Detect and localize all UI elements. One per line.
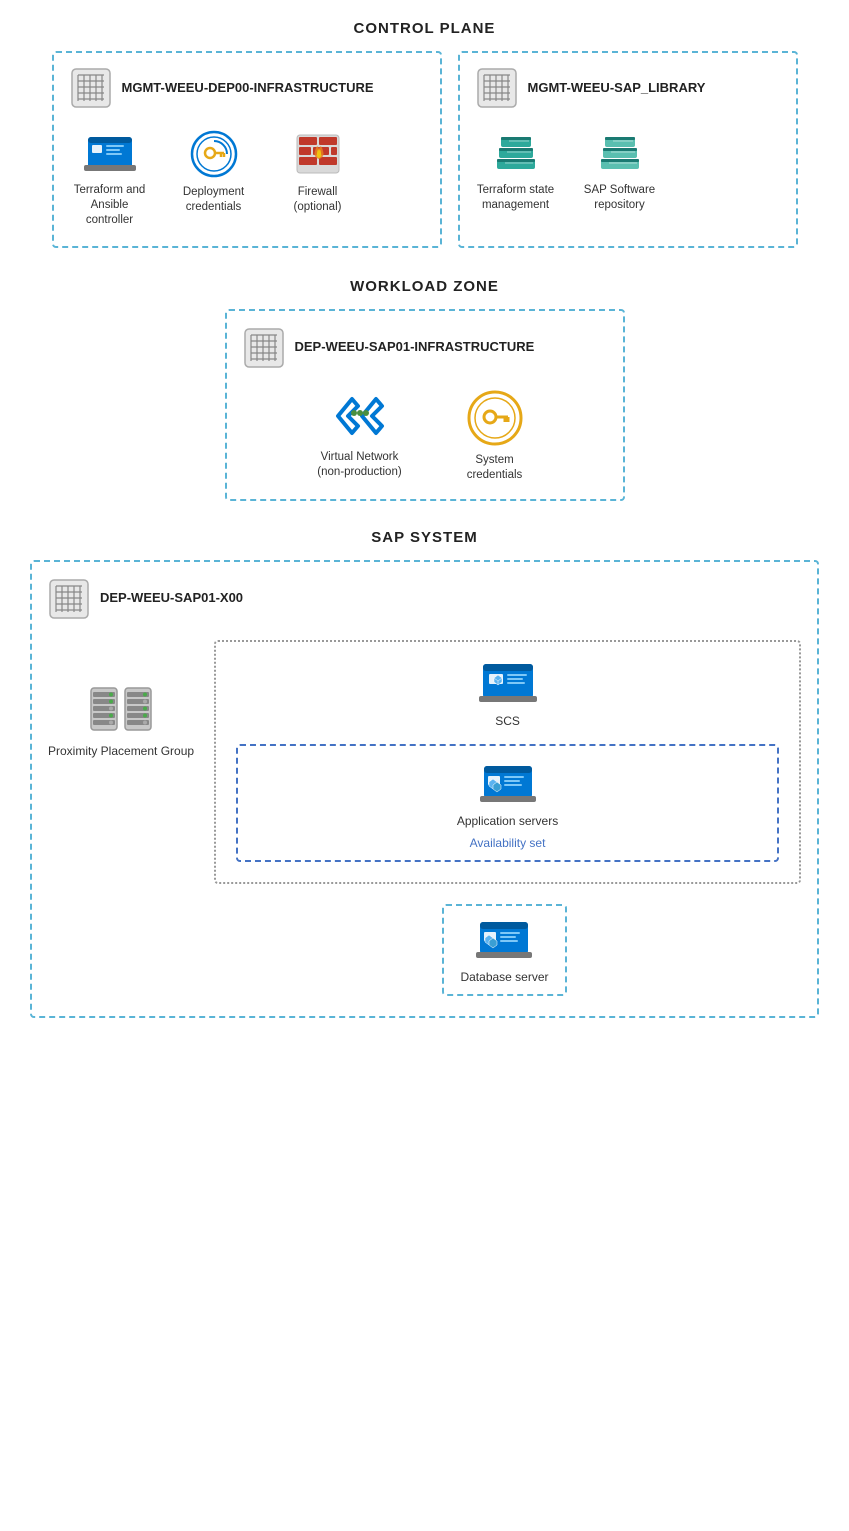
right-box-icons: Terraform state management (476, 129, 780, 213)
tfstate-label: Terraform state management (476, 183, 556, 213)
vnet-icon (330, 389, 390, 444)
system-credentials-label: System credentials (450, 453, 540, 483)
scs-item: SCS (236, 658, 779, 728)
control-plane-title: CONTROL PLANE (30, 20, 819, 37)
system-credentials-icon (466, 389, 524, 447)
workload-box-header: DEP-WEEU-SAP01-INFRASTRUCTURE (243, 327, 607, 369)
tfstate-icon (491, 129, 541, 177)
sapsoftware-icon (595, 129, 645, 177)
vnet-label: Virtual Network (non-production) (310, 450, 410, 480)
right-box-title: MGMT-WEEU-SAP_LIBRARY (528, 80, 706, 97)
firewall-icon-item: Firewall (optional) (278, 129, 358, 215)
right-sap-library-box: MGMT-WEEU-SAP_LIBRARY (458, 51, 798, 248)
sap-system-infra-icon (48, 578, 90, 620)
scs-icon (479, 658, 537, 708)
left-box-icons: Terraform and Ansible controller Depl (70, 129, 424, 228)
control-plane-section: CONTROL PLANE (30, 20, 819, 248)
workload-icons-row: Virtual Network (non-production) System … (243, 389, 607, 483)
ppg-label: Proximity Placement Group (48, 744, 194, 760)
terraform-label: Terraform and Ansible controller (70, 183, 150, 228)
availability-set-label: Availability set (254, 836, 761, 850)
workload-zone-title: WORKLOAD ZONE (30, 278, 819, 295)
ppg-icon (87, 680, 155, 738)
infra-icon-left (70, 67, 112, 109)
workload-infra-icon (243, 327, 285, 369)
app-servers-icon (480, 760, 536, 808)
deployment-credentials-label: Deployment credentials (174, 185, 254, 215)
vnet-icon-item: Virtual Network (non-production) (310, 389, 410, 480)
db-server-inner: Database server (460, 916, 548, 984)
deployment-credentials-icon (189, 129, 239, 179)
workload-zone-box: DEP-WEEU-SAP01-INFRASTRUCTURE Virtual Ne… (225, 309, 625, 501)
sap-system-body: Proximity Placement Group (48, 640, 801, 884)
sap-inner-dotted-box: SCS (214, 640, 801, 884)
left-box-title: MGMT-WEEU-DEP00-INFRASTRUCTURE (122, 80, 374, 97)
tfstate-icon-item: Terraform state management (476, 129, 556, 213)
availability-set-box: Application servers Availability set (236, 744, 779, 862)
infra-icon-right (476, 67, 518, 109)
system-credentials-item: System credentials (450, 389, 540, 483)
sapsoftware-icon-item: SAP Software repository (580, 129, 660, 213)
sap-system-title: SAP SYSTEM (30, 529, 819, 546)
terraform-icon-item: Terraform and Ansible controller (70, 129, 150, 228)
sapsoftware-label: SAP Software repository (580, 183, 660, 213)
db-server-item: Database server (208, 904, 801, 996)
left-box-header: MGMT-WEEU-DEP00-INFRASTRUCTURE (70, 67, 424, 109)
scs-label: SCS (495, 714, 520, 728)
db-server-label: Database server (460, 970, 548, 984)
sap-system-header: DEP-WEEU-SAP01-X00 (48, 578, 801, 620)
ppg-item: Proximity Placement Group (48, 640, 194, 760)
workload-box-title: DEP-WEEU-SAP01-INFRASTRUCTURE (295, 339, 535, 356)
sap-system-box-title: DEP-WEEU-SAP01-X00 (100, 590, 243, 607)
app-servers-item: Application servers (254, 760, 761, 828)
sap-system-box: DEP-WEEU-SAP01-X00 (30, 560, 819, 1018)
left-infrastructure-box: MGMT-WEEU-DEP00-INFRASTRUCTURE Terraform… (52, 51, 442, 248)
right-box-header: MGMT-WEEU-SAP_LIBRARY (476, 67, 780, 109)
terraform-ansible-icon (84, 129, 136, 177)
app-servers-label: Application servers (457, 814, 558, 828)
db-server-icon (476, 916, 532, 964)
workload-zone-section: WORKLOAD ZONE DEP-WEEU-SAP01-INFRA (30, 278, 819, 501)
deployment-credentials-item: Deployment credentials (174, 129, 254, 215)
firewall-label: Firewall (optional) (278, 185, 358, 215)
firewall-icon (293, 129, 343, 179)
db-server-dashed-box: Database server (442, 904, 566, 996)
sap-system-section: SAP SYSTEM DEP-WEEU-SAP01-X00 (30, 529, 819, 1018)
